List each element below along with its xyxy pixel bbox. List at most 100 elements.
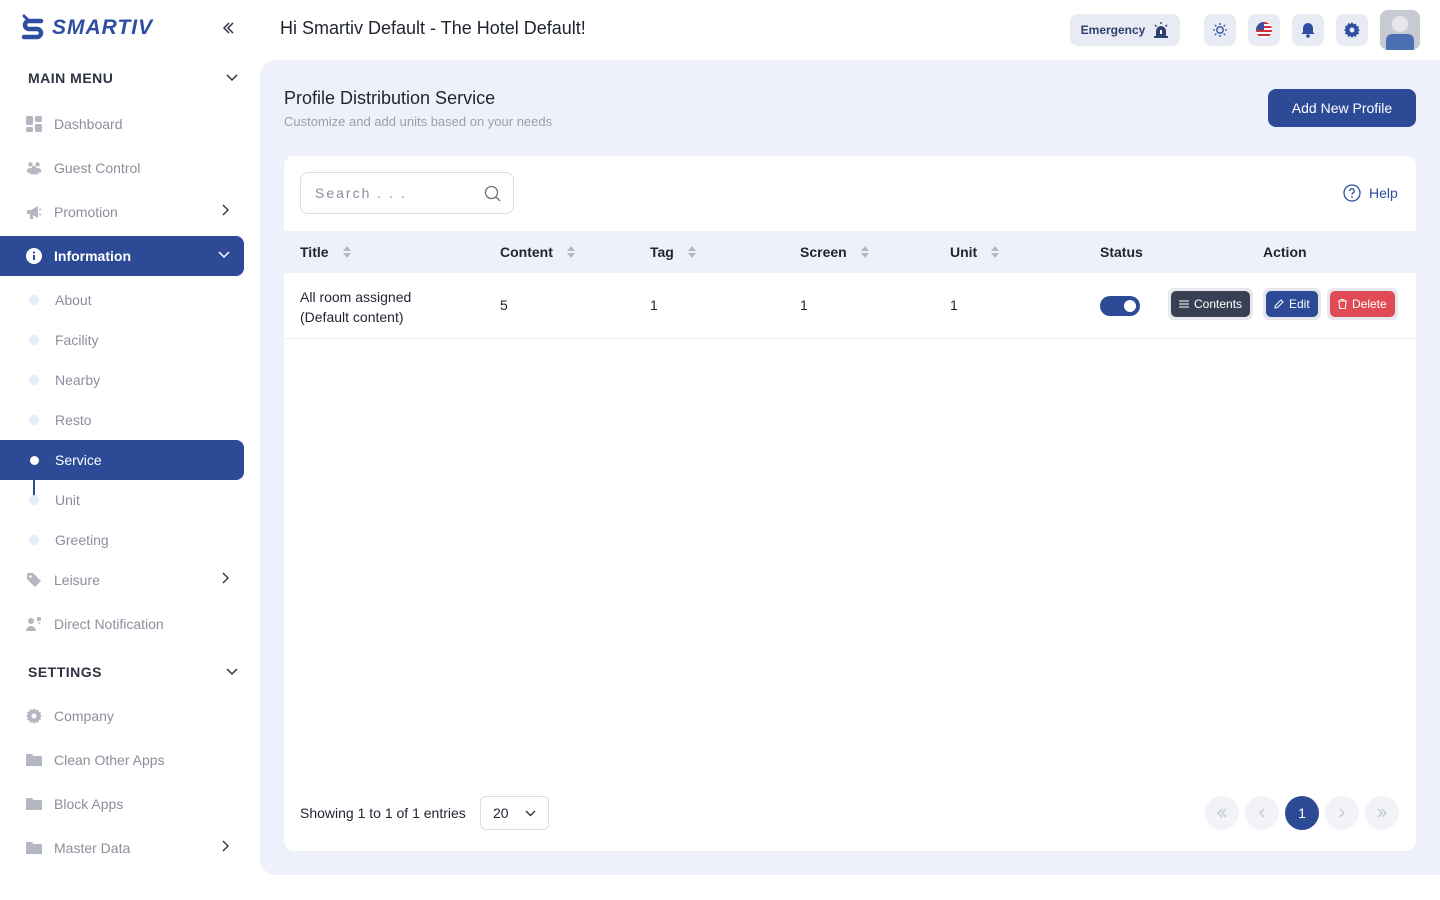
prev-page-button[interactable] [1245,796,1279,830]
dashboard-icon [26,116,42,132]
bell-icon [1301,23,1315,38]
bullet-dot [29,295,39,305]
chevron-right-icon [1339,808,1345,818]
siren-icon [1154,22,1169,38]
sidebar-item-label: Guest Control [54,160,141,176]
sort-icon[interactable] [342,246,351,258]
bullet-dot [29,415,39,425]
subitem-label: About [55,292,92,308]
sidebar-item-direct-notification[interactable]: Direct Notification [0,604,244,644]
delete-button[interactable]: Delete [1330,291,1395,317]
column-label: Status [1100,244,1143,260]
sidebar-item-dashboard[interactable]: Dashboard [0,104,244,144]
sidebar-item-master-data[interactable]: Master Data [0,828,244,868]
avatar-image [1380,10,1420,50]
sidebar-subitem-unit[interactable]: Unit [0,480,244,520]
sort-icon[interactable] [687,246,696,258]
help-link[interactable]: Help [1343,184,1398,202]
greeting-title: Hi Smartiv Default - The Hotel Default! [280,18,586,38]
contents-button[interactable]: Contents [1171,291,1251,317]
bullet-dot [29,535,39,545]
language-button[interactable] [1248,14,1280,46]
sidebar-subitem-service[interactable]: Service [0,440,244,480]
delete-label: Delete [1352,297,1387,311]
per-page-select[interactable]: 20 [480,796,549,830]
next-page-button[interactable] [1325,796,1359,830]
sidebar-subitem-resto[interactable]: Resto [0,400,244,440]
sidebar-item-block-apps[interactable]: Block Apps [0,784,244,824]
column-content[interactable]: Content [500,244,575,260]
page-title: Profile Distribution Service [284,88,496,108]
sort-icon[interactable] [860,246,869,258]
notifications-button[interactable] [1292,14,1324,46]
subitem-label: Nearby [55,372,101,388]
page-button-current[interactable]: 1 [1285,796,1319,830]
sidebar-item-label: Dashboard [54,116,123,132]
cell-unit: 1 [950,297,958,313]
sidebar-item-information[interactable]: Information [0,236,244,276]
sidebar: SMARTIV MAIN MENU Dashboard Guest Contro… [0,0,260,900]
emergency-label: Emergency [1080,23,1146,37]
last-page-button[interactable] [1365,796,1399,830]
help-circle-icon [1343,184,1361,202]
sort-icon[interactable] [991,246,1000,258]
column-label: Title [300,244,329,260]
add-new-profile-button[interactable]: Add New Profile [1268,89,1416,127]
status-toggle[interactable] [1100,296,1140,316]
megaphone-icon [26,204,42,220]
edit-button[interactable]: Edit [1266,291,1318,317]
search-input[interactable] [315,185,475,201]
table-header: Title Content Tag Screen Unit Status Act… [284,231,1416,273]
sidebar-item-label: Promotion [54,204,118,220]
sidebar-item-clean-other-apps[interactable]: Clean Other Apps [0,740,244,780]
sidebar-subitem-facility[interactable]: Facility [0,320,244,360]
sidebar-item-guest-control[interactable]: Guest Control [0,148,244,188]
subitem-label: Unit [55,492,80,508]
main-menu-header[interactable]: MAIN MENU [28,66,238,90]
per-page-value: 20 [493,805,509,821]
double-chevron-left-icon [222,22,234,34]
settings-button[interactable] [1336,14,1368,46]
column-screen[interactable]: Screen [800,244,869,260]
sidebar-item-label: Master Data [54,840,131,856]
column-title[interactable]: Title [300,244,351,260]
sidebar-subitem-about[interactable]: About [0,280,244,320]
sidebar-item-company[interactable]: Company [0,696,244,736]
sidebar-subitem-nearby[interactable]: Nearby [0,360,244,400]
first-page-button[interactable] [1205,796,1239,830]
collapse-sidebar-button[interactable] [218,16,238,40]
main-menu-label: MAIN MENU [28,70,114,86]
logo-icon [21,14,44,40]
theme-toggle-button[interactable] [1204,14,1236,46]
sort-icon[interactable] [566,246,575,258]
logo[interactable]: SMARTIV [20,12,153,44]
edit-label: Edit [1289,297,1310,311]
tag-icon [26,572,42,588]
settings-header[interactable]: SETTINGS [28,660,238,684]
emergency-button[interactable]: Emergency [1070,14,1180,46]
folder-icon [26,752,42,768]
gear-icon [1344,22,1360,38]
title-line: (Default content) [300,309,404,325]
column-label: Screen [800,244,847,260]
sidebar-subitem-greeting[interactable]: Greeting [0,520,244,560]
notification-user-icon [26,616,42,632]
chevron-right-icon [222,572,229,584]
contents-button-wrap: Contents [1168,288,1254,320]
bullet-dot [29,495,39,505]
sidebar-item-label: Information [54,248,131,264]
column-action: Action [1263,244,1307,260]
table-card: Help Title Content Tag Screen Unit Statu… [284,156,1416,851]
toggle-knob [1124,300,1136,312]
column-label: Content [500,244,553,260]
column-tag[interactable]: Tag [650,244,696,260]
sidebar-item-leisure[interactable]: Leisure [0,560,244,600]
user-avatar[interactable] [1380,10,1420,50]
users-icon [26,160,42,176]
sidebar-item-label: Clean Other Apps [54,752,165,768]
sidebar-item-promotion[interactable]: Promotion [0,192,244,232]
subitem-label: Facility [55,332,99,348]
column-unit[interactable]: Unit [950,244,1000,260]
folder-icon [26,796,42,812]
search-icon[interactable] [484,185,501,202]
